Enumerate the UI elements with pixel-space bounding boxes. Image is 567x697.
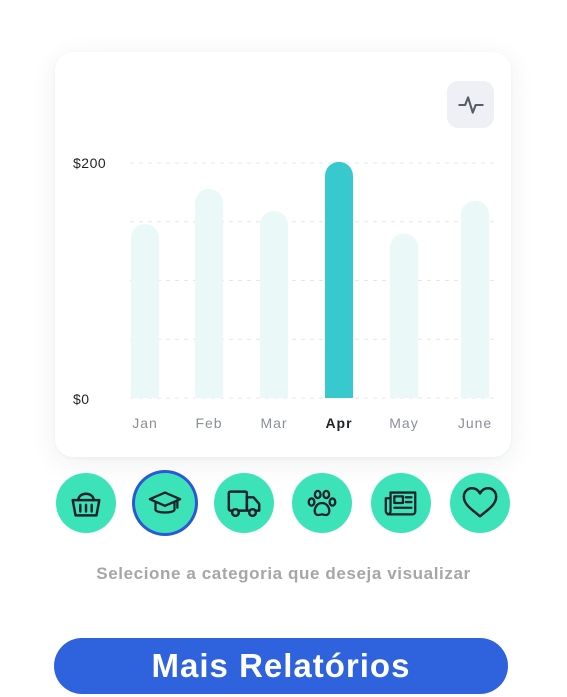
paw-icon <box>307 489 337 517</box>
heart-icon <box>462 487 498 518</box>
x-tick-label-may: May <box>389 415 418 431</box>
bar-may[interactable] <box>390 233 418 399</box>
chart-gridlines <box>130 162 494 399</box>
bar-mar[interactable] <box>260 211 288 398</box>
truck-icon <box>227 490 261 518</box>
more-reports-button[interactable]: Mais Relatórios <box>54 638 508 694</box>
category-news-button[interactable] <box>371 473 431 533</box>
x-tick-label-jan: Jan <box>132 415 158 431</box>
bar-june[interactable] <box>461 200 489 398</box>
chart-bars <box>131 161 489 399</box>
category-transport-button[interactable] <box>214 473 274 533</box>
x-tick-label-june: June <box>458 415 492 431</box>
y-tick-label-min: $0 <box>73 391 90 407</box>
bar-jan[interactable] <box>131 224 159 398</box>
x-tick-label-apr: Apr <box>325 415 352 431</box>
category-education-button[interactable] <box>135 473 195 533</box>
category-hint-text: Selecione a categoria que deseja visuali… <box>96 564 471 583</box>
x-tick-label-mar: Mar <box>260 415 287 431</box>
basket-icon <box>71 492 101 517</box>
x-tick-label-feb: Feb <box>195 415 222 431</box>
graduation-cap-icon <box>148 491 182 514</box>
category-health-button[interactable] <box>450 473 510 533</box>
category-pets-button[interactable] <box>292 473 352 533</box>
y-tick-label-max: $200 <box>73 155 106 171</box>
bar-feb[interactable] <box>195 188 223 398</box>
newspaper-icon <box>384 491 417 516</box>
bar-apr[interactable] <box>325 161 353 398</box>
bar-chart: $200 $0 Jan Feb Mar Apr May June <box>73 155 494 431</box>
category-shopping-button[interactable] <box>56 473 116 533</box>
x-axis-labels: Jan Feb Mar Apr May June <box>132 415 492 431</box>
